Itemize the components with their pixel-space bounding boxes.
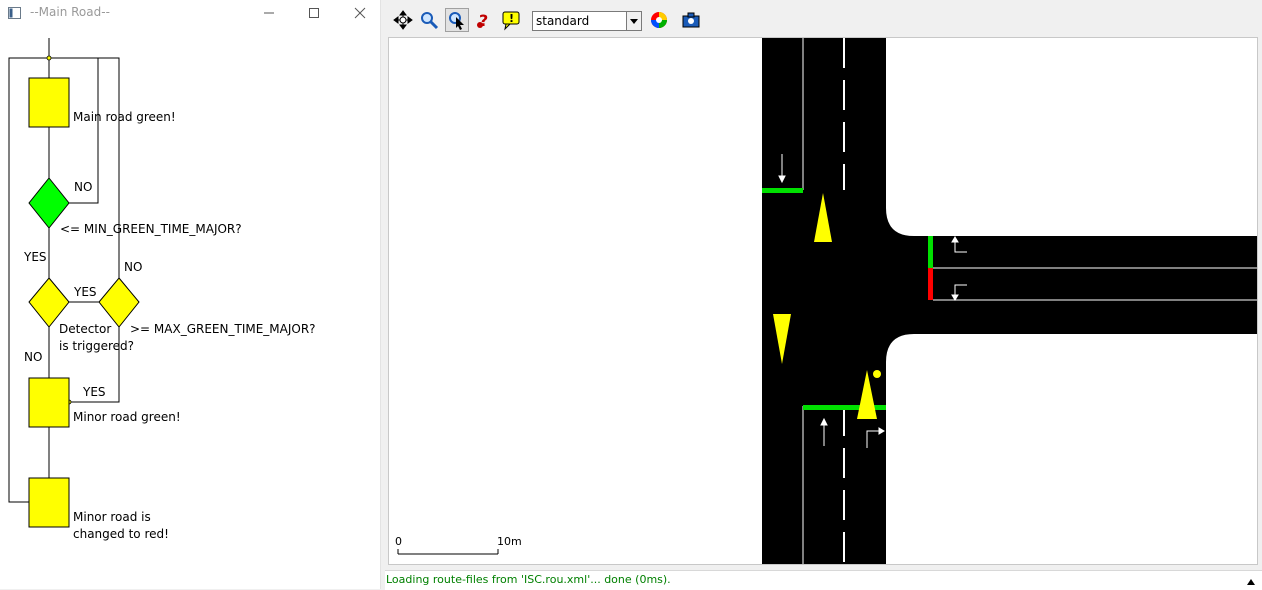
vehicle-dot [873,370,881,378]
label-min-green: <= MIN_GREEN_TIME_MAJOR? [60,222,242,236]
view-toolbar: ? ! standard [385,4,1258,32]
scale-start-label: 0 [395,535,402,548]
signal-east-lower-red [928,268,933,300]
svg-text:!: ! [509,12,514,25]
signal-east-upper-green [928,236,933,268]
scroll-up-icon[interactable] [1246,577,1256,587]
label-detector-1: Detector [59,322,111,336]
label-minor-green: Minor road green! [73,410,181,424]
zoom-button[interactable] [417,8,441,32]
simulation-view: ? ! standard 0 10m Loading route-files f… [385,0,1262,590]
recenter-view-button[interactable] [391,8,415,32]
recenter-view-icon [393,10,413,30]
edge-label-no-max: NO [124,260,142,274]
network-canvas[interactable]: 0 10m [388,37,1258,565]
road-horizontal [886,236,1257,334]
process-main-green [28,77,70,128]
edge-label-no-detector: NO [24,350,42,364]
magnifier-icon [421,12,439,30]
screenshot-button[interactable] [679,8,703,32]
scale-end-label: 10m [497,535,522,548]
edge-label-yes-mid: YES [73,285,97,299]
color-scheme-select[interactable]: standard [532,11,642,31]
edge-label-no-loop: NO [74,180,92,194]
signal-north-green [762,188,803,193]
edge-label-yes-left: YES [23,250,47,264]
breakpoints-button[interactable]: ? [473,8,497,32]
color-wheel-button[interactable] [647,8,671,32]
locate-icon [449,12,464,30]
label-minor-red-2: changed to red! [73,527,169,541]
process-minor-green [28,377,70,428]
process-minor-red [28,477,70,528]
chevron-down-icon[interactable] [626,12,641,30]
flowchart-window: --Main Road-- Main road green! <= MIN_GR… [0,0,380,589]
status-bar: Loading route-files from 'ISC.rou.xml'..… [385,570,1262,590]
color-scheme-icon [651,12,667,28]
locate-button[interactable] [445,8,469,32]
view-settings-button[interactable]: ! [499,8,523,32]
scale-bar [397,549,499,555]
status-message: Loading route-files from 'ISC.rou.xml'..… [386,573,671,586]
label-detector-2: is triggered? [59,339,134,353]
screenshot-icon [682,12,700,28]
label-main-green: Main road green! [73,110,176,124]
decision-min-green [28,177,70,229]
view-settings-icon: ! [502,11,520,31]
label-minor-red-1: Minor road is [73,510,151,524]
edge-label-yes-max: YES [82,385,106,399]
breakpoints-icon: ? [477,11,488,30]
junction-dot-top [46,55,52,61]
label-max-green: >= MAX_GREEN_TIME_MAJOR? [130,322,316,336]
corner-bottom [886,334,914,362]
corner-top [886,208,914,236]
road-vertical [762,38,886,564]
intersection-network: 0 10m [395,38,1257,564]
color-scheme-value: standard [536,14,590,28]
decision-max-green [98,277,140,328]
flowchart-diagram: Main road green! <= MIN_GREEN_TIME_MAJOR… [8,38,316,541]
decision-detector [28,277,70,328]
